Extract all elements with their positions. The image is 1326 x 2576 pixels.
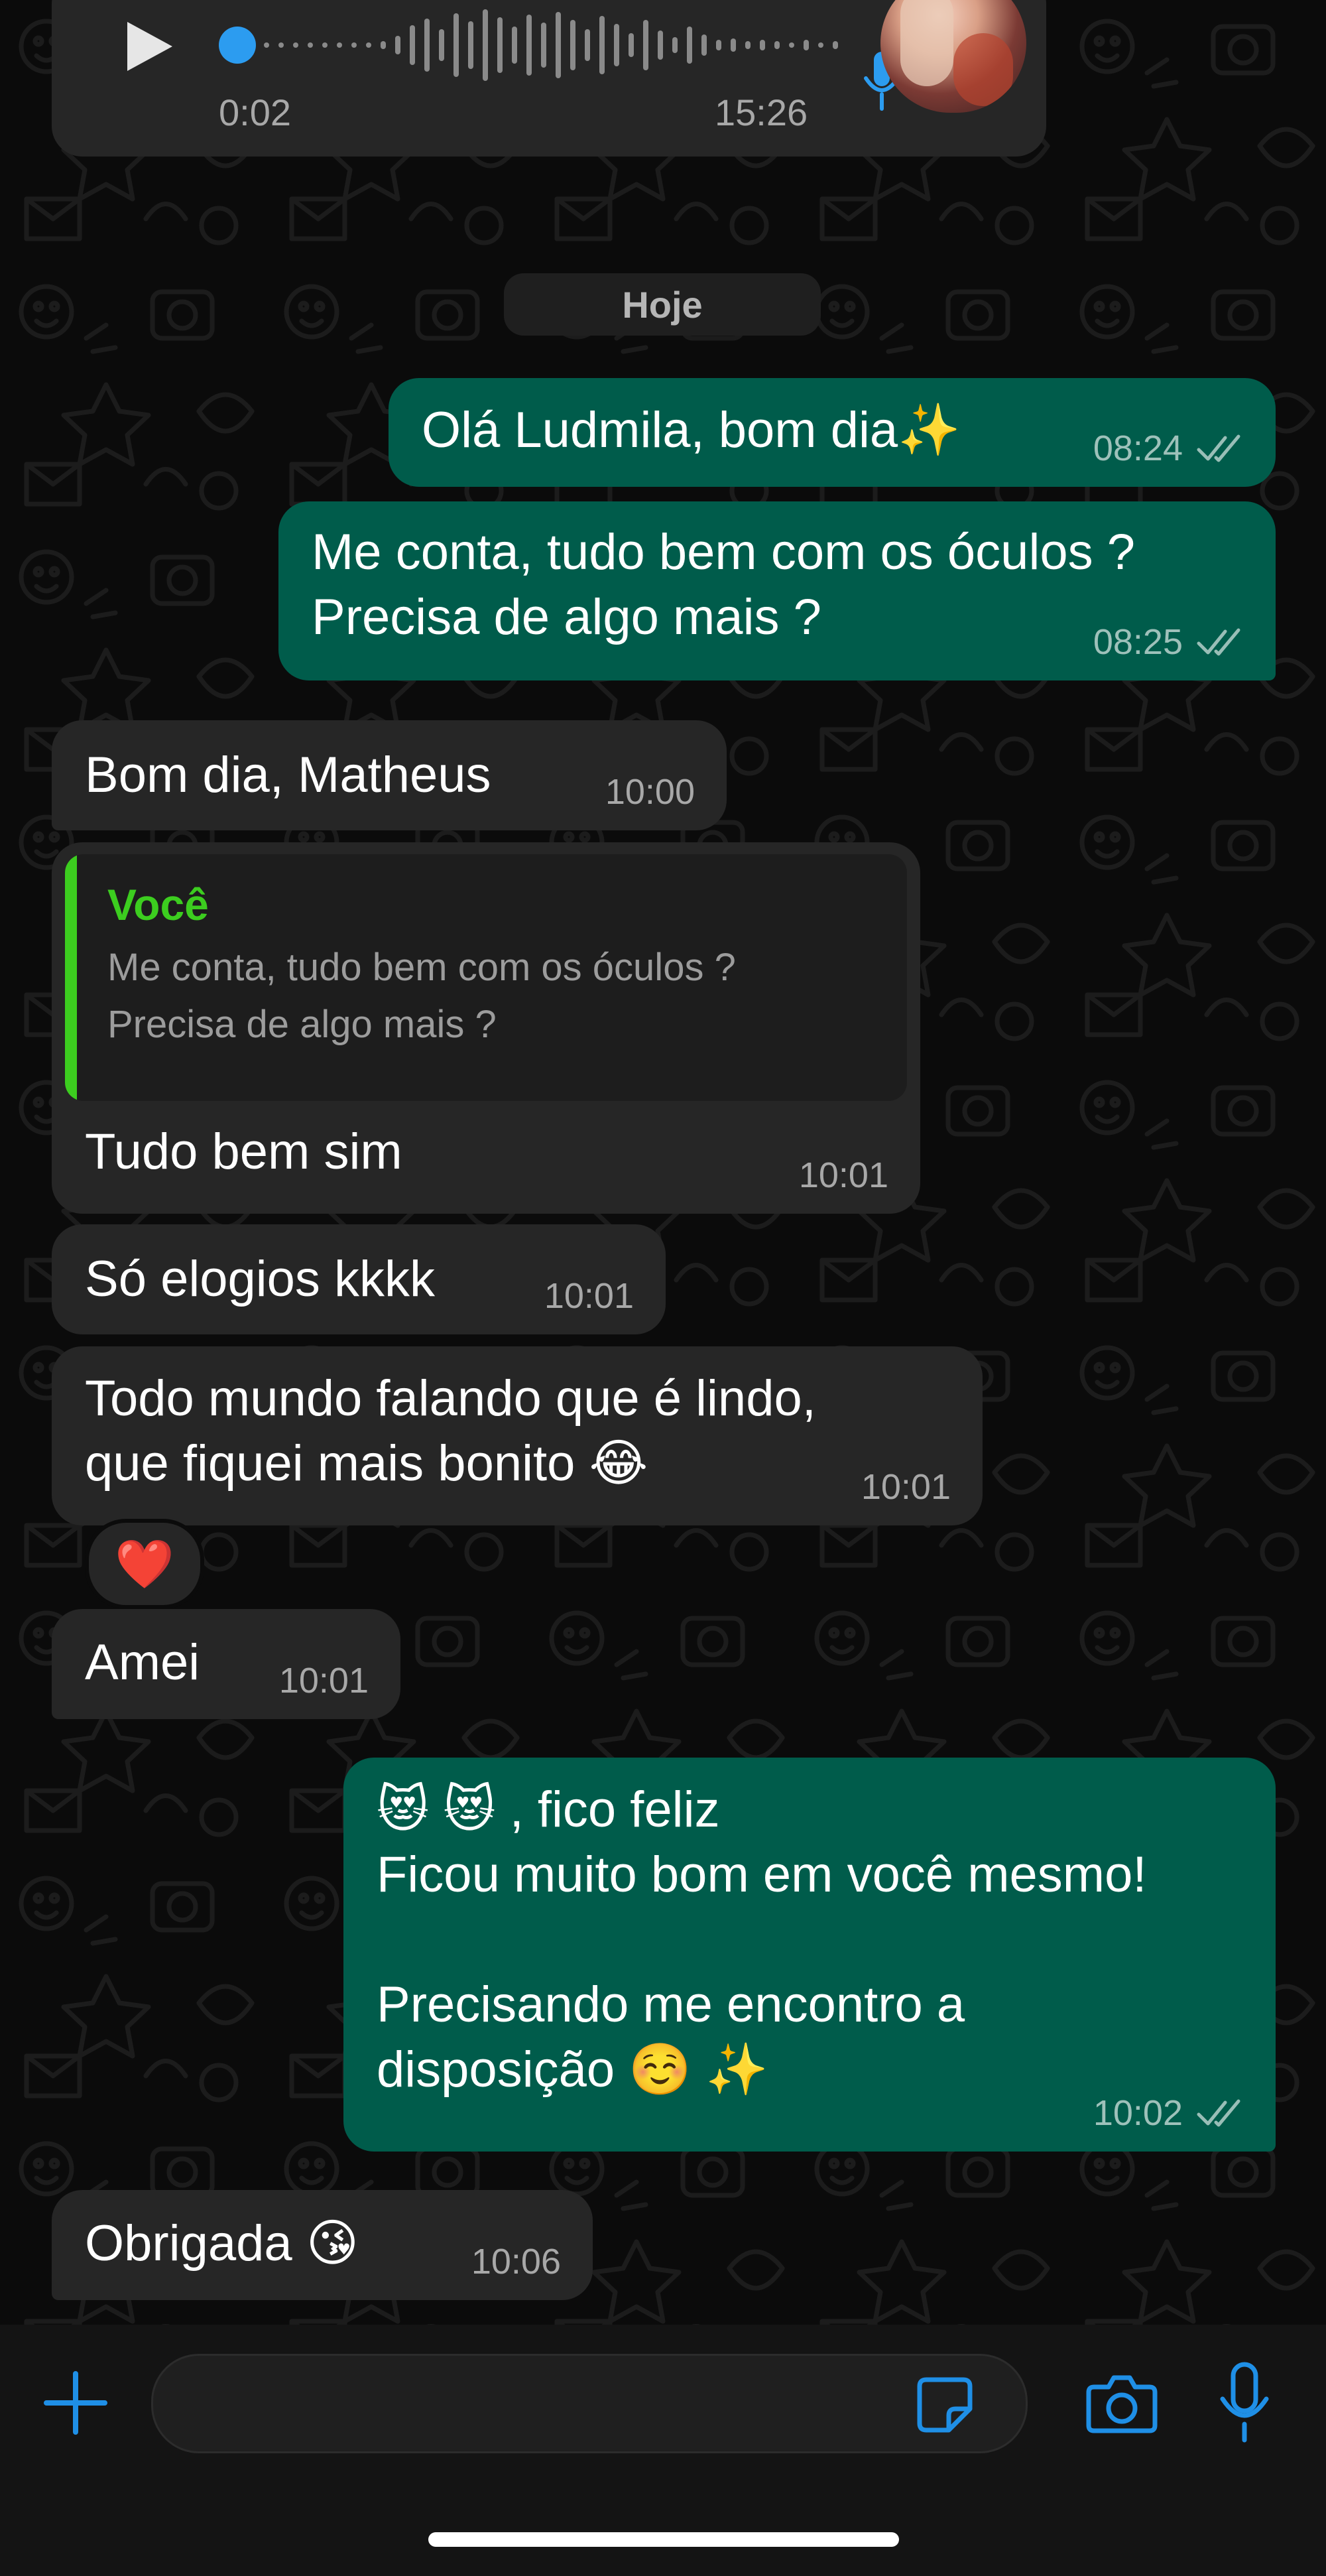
message-time: 10:06 [471,2242,561,2282]
message-text: Olá Ludmila, bom dia✨ [422,402,961,458]
quote-accent-bar [65,854,77,1101]
message-bubble-outgoing[interactable]: Me conta, tudo bem com os óculos ? Preci… [278,501,1276,680]
message-input[interactable] [151,2354,1028,2453]
voice-elapsed: 0:02 [219,92,291,133]
message-bubble-incoming[interactable]: Obrigada 😘 10:06 [52,2190,593,2300]
message-meta: 10:01 [861,1467,951,1507]
message-text: 😻 😻 , fico feliz Ficou muito bom em você… [377,1781,1147,2098]
voice-message-bubble[interactable]: 0:02 15:26 [52,0,1046,157]
message-meta: 10:01 [279,1661,369,1701]
message-meta: 10:06 [471,2242,561,2282]
message-text: Todo mundo falando que é lindo, que fiqu… [85,1370,816,1492]
play-icon[interactable] [118,17,178,76]
message-bubble-outgoing[interactable]: Olá Ludmila, bom dia✨ 08:24 [389,378,1276,487]
message-meta: 10:00 [605,772,695,812]
microphone-icon[interactable] [1217,2360,1272,2445]
message-meta: 08:24 [1093,428,1244,468]
double-check-icon [1197,628,1240,656]
sticker-icon[interactable] [913,2373,977,2437]
camera-icon[interactable] [1085,2368,1159,2437]
message-text: Me conta, tudo bem com os óculos ? Preci… [312,524,1135,645]
message-time: 10:02 [1093,2093,1183,2133]
message-bubble-outgoing[interactable]: 😻 😻 , fico feliz Ficou muito bom em você… [343,1758,1276,2152]
double-check-icon [1197,2099,1240,2127]
message-text: Obrigada 😘 [85,2215,359,2272]
message-bubble-incoming[interactable]: Só elogios kkkk 10:01 [52,1224,666,1334]
message-bubble-incoming[interactable]: Bom dia, Matheus 10:00 [52,720,727,830]
message-meta: 10:01 [799,1155,888,1195]
message-meta: 08:25 [1093,622,1244,662]
message-text: Só elogios kkkk [85,1251,436,1307]
message-bubble-incoming[interactable]: Amei 10:01 [52,1609,400,1719]
quote-author: Você [107,880,209,929]
message-time: 08:25 [1093,622,1183,662]
quote-text: Me conta, tudo bem com os óculos ? Preci… [107,946,736,1046]
message-meta: 10:02 [1093,2093,1244,2133]
message-time: 10:01 [544,1276,634,1316]
message-time: 10:01 [278,1661,369,1701]
message-bubble-incoming[interactable]: Todo mundo falando que é lindo, que fiqu… [52,1346,983,1525]
message-time: 08:24 [1093,428,1183,468]
message-meta: 10:01 [544,1276,634,1316]
message-text: Amei [85,1634,200,1691]
message-text: Tudo bem sim [85,1124,402,1180]
message-text: Bom dia, Matheus [85,747,491,803]
message-time: 10:01 [798,1155,888,1195]
double-check-icon [1197,434,1240,462]
home-indicator [428,2532,899,2547]
quoted-message[interactable]: Você Me conta, tudo bem com os óculos ? … [65,854,907,1101]
message-time: 10:01 [861,1467,951,1507]
voice-time: 15:26 [715,92,808,133]
heart-reaction[interactable]: ❤️ [85,1519,204,1609]
message-time: 10:00 [605,772,695,812]
date-separator: Hoje [504,273,821,336]
plus-icon[interactable] [41,2368,110,2437]
voice-waveform[interactable] [217,0,880,86]
